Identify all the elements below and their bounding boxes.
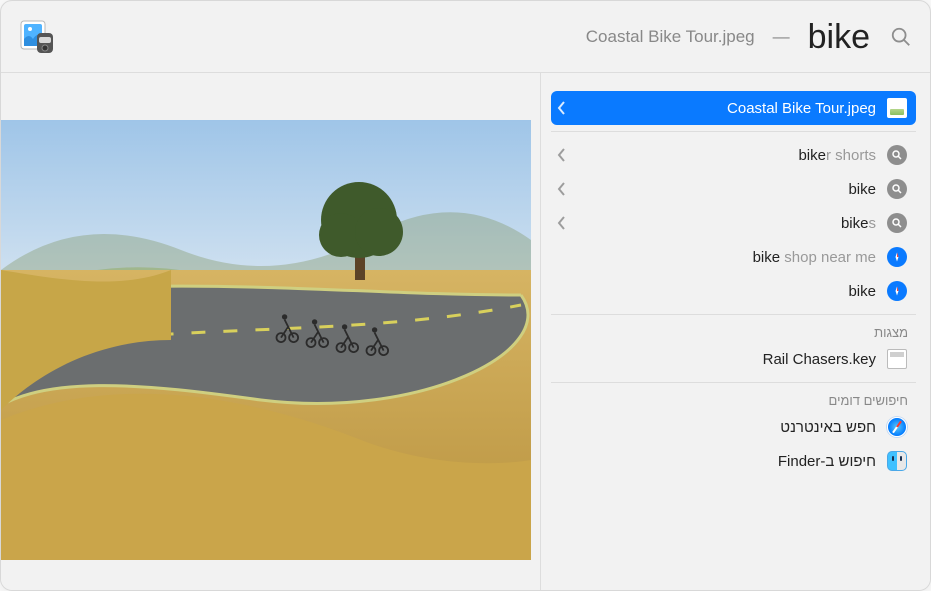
magnify-icon	[886, 212, 908, 234]
preview-pane	[1, 73, 541, 590]
result-top-hit[interactable]: Coastal Bike Tour.jpeg	[551, 91, 916, 125]
result-label: Coastal Bike Tour.jpeg	[727, 100, 876, 117]
result-label: bike	[848, 283, 876, 300]
result-label: חפש באינטרנט	[780, 419, 876, 436]
section-label-similar-searches: חיפושים דומים	[551, 389, 916, 410]
file-image-icon	[886, 97, 908, 119]
preview-app-icon	[19, 17, 59, 57]
window-title-filename: Coastal Bike Tour.jpeg	[586, 27, 755, 47]
result-suggestion[interactable]: bikes	[551, 206, 916, 240]
divider	[551, 314, 916, 315]
magnify-icon	[886, 144, 908, 166]
search-query-text[interactable]: bike	[808, 20, 870, 54]
divider	[551, 131, 916, 132]
safari-icon	[886, 280, 908, 302]
spotlight-window: Coastal Bike Tour.jpeg — bike	[0, 0, 931, 591]
result-search-finder[interactable]: חיפוש ב-Finder	[551, 444, 916, 478]
results-sidebar: Coastal Bike Tour.jpeg biker shorts	[541, 73, 930, 590]
result-label: Rail Chasers.key	[763, 351, 876, 368]
safari-app-icon	[886, 416, 908, 438]
preview-image	[1, 120, 531, 560]
result-suggestion[interactable]: biker shorts	[551, 138, 916, 172]
section-label-presentations: מצגות	[551, 321, 916, 342]
safari-icon	[886, 246, 908, 268]
result-suggestion[interactable]: bike shop near me	[551, 240, 916, 274]
magnify-icon	[886, 178, 908, 200]
chevron-left-icon	[557, 182, 567, 196]
divider	[551, 382, 916, 383]
result-suggestion[interactable]: bike	[551, 172, 916, 206]
search-icon[interactable]	[890, 26, 912, 48]
result-search-web[interactable]: חפש באינטרנט	[551, 410, 916, 444]
result-label: biker shorts	[798, 147, 876, 164]
result-presentation[interactable]: Rail Chasers.key	[551, 342, 916, 376]
topbar: Coastal Bike Tour.jpeg — bike	[1, 1, 930, 73]
result-suggestion[interactable]: bike	[551, 274, 916, 308]
result-label: bike shop near me	[753, 249, 876, 266]
keynote-file-icon	[886, 348, 908, 370]
result-label: bike	[848, 181, 876, 198]
result-label: bikes	[841, 215, 876, 232]
finder-app-icon	[886, 450, 908, 472]
window-title-separator: —	[773, 27, 790, 47]
chevron-left-icon	[557, 148, 567, 162]
chevron-left-icon	[557, 216, 567, 230]
result-label: חיפוש ב-Finder	[778, 453, 876, 470]
chevron-left-icon	[557, 101, 567, 115]
